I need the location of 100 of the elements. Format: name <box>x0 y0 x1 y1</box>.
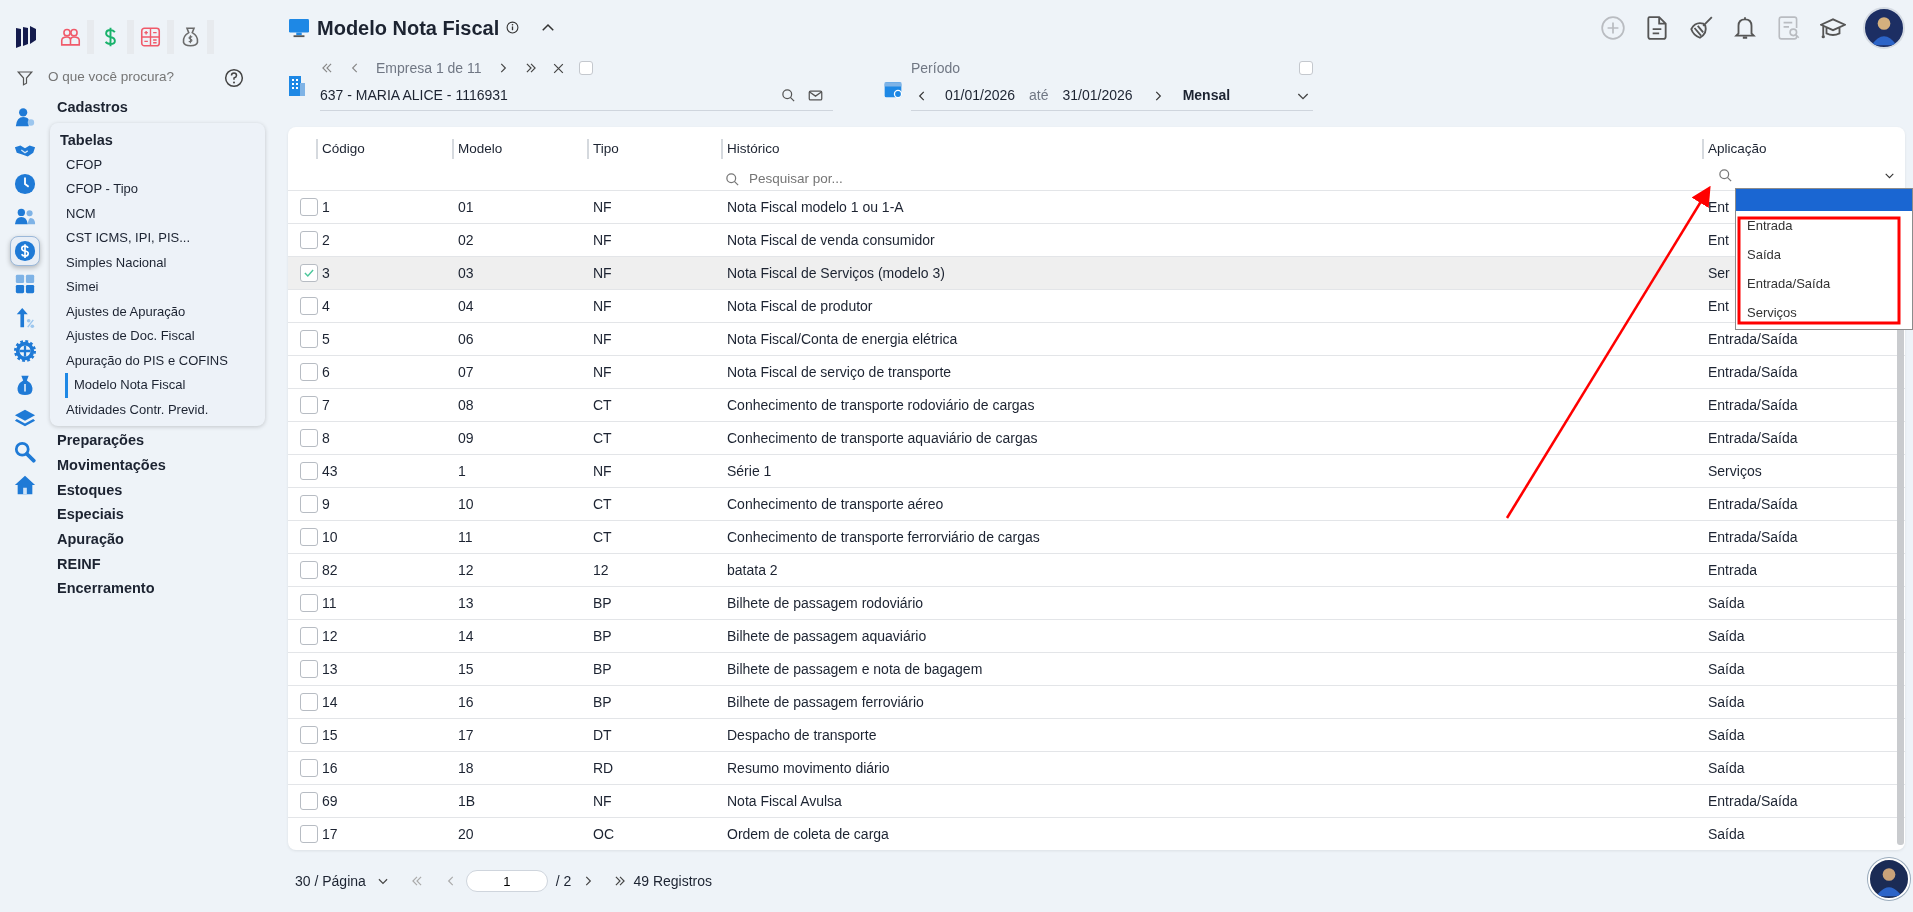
last-page-icon[interactable] <box>613 874 628 888</box>
table-cell-text: Conhecimento de transporte rodoviário de cargas <box>727 395 1035 415</box>
table-cell-text: 04 <box>458 296 474 316</box>
checkbox[interactable] <box>300 264 318 282</box>
column-header[interactable]: Código <box>316 139 458 159</box>
info-icon[interactable] <box>506 21 520 34</box>
menu-item[interactable]: Atividades Contr. Previd. <box>50 397 265 423</box>
dropdown-option[interactable]: Entrada <box>1736 211 1912 240</box>
checkbox[interactable] <box>300 495 318 513</box>
help-avatar[interactable] <box>1868 858 1910 900</box>
column-header[interactable]: Histórico <box>721 139 1708 159</box>
menu-item[interactable]: Ajustes de Doc. Fiscal <box>50 324 265 349</box>
column-header[interactable]: Aplicação <box>1702 139 1895 159</box>
checkbox[interactable] <box>578 61 593 75</box>
table-cell-text: 14 <box>458 626 474 646</box>
table-cell-text: Despacho de transporte <box>727 725 877 745</box>
menu-item[interactable]: Apuração do PIS e COFINS <box>50 348 265 374</box>
table-cell-text: Resumo movimento diário <box>727 758 890 778</box>
menu-item[interactable]: CFOP - Tipo <box>50 177 265 202</box>
checkbox[interactable] <box>300 363 318 381</box>
table-cell-text: 12 <box>593 560 609 580</box>
table-cell-text: CT <box>593 395 612 415</box>
table-cell-text: Serviços <box>1708 461 1762 481</box>
menu-item[interactable]: CFOP <box>50 152 265 178</box>
checkbox[interactable] <box>300 561 318 579</box>
close-icon[interactable] <box>551 61 565 75</box>
checkbox[interactable] <box>300 462 318 480</box>
checkbox[interactable] <box>300 198 318 216</box>
broom-icon[interactable] <box>1688 14 1714 41</box>
checkbox[interactable] <box>300 297 318 315</box>
table-cell-text: 7 <box>322 395 330 415</box>
dropdown-option[interactable]: Saída <box>1736 240 1912 269</box>
period-mode[interactable]: Mensal <box>1182 85 1295 106</box>
page-field[interactable]: 1 <box>465 870 548 892</box>
checkbox[interactable] <box>300 792 318 810</box>
menu-section[interactable]: Encerramento <box>50 576 265 601</box>
search-icon <box>781 88 796 103</box>
checkbox[interactable] <box>300 693 318 711</box>
page-size[interactable]: 30 / Página <box>295 870 366 892</box>
table-cell-text: Ser <box>1708 263 1730 283</box>
menu-section[interactable]: REINF <box>50 551 265 577</box>
checkbox[interactable] <box>300 759 318 777</box>
company-name: 637 - MARIA ALICE - 1116931 <box>320 86 509 105</box>
bell-icon[interactable] <box>1732 14 1758 41</box>
column-header[interactable]: Tipo <box>587 139 727 159</box>
checkbox[interactable] <box>300 660 318 678</box>
table-cell-text: Entrada <box>1708 560 1758 580</box>
menu-section[interactable]: Movimentações <box>50 452 265 478</box>
checkbox[interactable] <box>300 594 318 612</box>
menu-section[interactable]: Tabelas <box>50 126 265 153</box>
checkbox[interactable] <box>300 627 318 645</box>
table-cell-text: Entrada/Saída <box>1708 494 1798 514</box>
table-cell-text: BP <box>593 593 612 613</box>
date-separator: até <box>1029 86 1049 105</box>
avatar[interactable] <box>1863 6 1905 49</box>
table-cell-text: 06 <box>458 329 474 349</box>
menu-item[interactable]: Ajustes de Apuração <box>50 299 265 325</box>
table-cell-text: Nota Fiscal de Serviços (modelo 3) <box>727 263 945 283</box>
checkbox[interactable] <box>300 330 318 348</box>
menu-section[interactable]: Apuração <box>50 526 265 552</box>
table-cell-text: Nota Fiscal modelo 1 ou 1-A <box>727 197 904 217</box>
dollar-icon[interactable] <box>10 235 40 266</box>
table-cell-text: Conhecimento de transporte aquaviário de cargas <box>727 428 1038 448</box>
checkbox[interactable] <box>300 231 318 249</box>
table-cell-text: 13 <box>458 593 474 613</box>
checkbox[interactable] <box>300 528 318 546</box>
calendar-icon <box>883 79 903 99</box>
mail-icon[interactable] <box>808 88 823 103</box>
column-header[interactable]: Modelo <box>452 139 593 159</box>
menu-item[interactable]: NCM <box>50 201 265 227</box>
menu-section[interactable]: Especiais <box>50 502 265 527</box>
table-cell-text: Ent <box>1708 197 1729 217</box>
search-field[interactable]: O que você procura? <box>46 66 216 89</box>
menu-section[interactable]: Cadastros <box>50 95 265 120</box>
first-page-icon[interactable] <box>409 874 424 888</box>
table-cell-text: Saída <box>1708 626 1745 646</box>
menu-item[interactable]: Simples Nacional <box>50 250 265 276</box>
help-icon[interactable] <box>224 67 244 88</box>
table-cell-text: 1 <box>458 461 466 481</box>
table-cell-text: 01 <box>458 197 474 217</box>
document-icon[interactable] <box>1644 14 1670 41</box>
dropdown-option[interactable]: Entrada/Saída <box>1736 269 1912 298</box>
menu-section[interactable]: Estoques <box>50 477 265 503</box>
checkbox[interactable] <box>1299 61 1313 75</box>
checkbox[interactable] <box>300 825 318 843</box>
monitor-icon <box>288 17 310 38</box>
checkbox[interactable] <box>300 429 318 447</box>
menu-item[interactable]: Simei <box>50 275 265 300</box>
table-cell-text: 69 <box>322 791 338 811</box>
dropdown-option[interactable]: Serviços <box>1736 298 1912 327</box>
menu-item[interactable]: Modelo Nota Fiscal <box>65 373 265 398</box>
checkbox[interactable] <box>300 726 318 744</box>
menu-section[interactable]: Preparações <box>50 428 265 453</box>
table-cell-text: Série 1 <box>727 461 772 481</box>
checkbox[interactable] <box>300 396 318 414</box>
first-page-icon[interactable] <box>320 61 334 75</box>
filter-icon[interactable] <box>16 68 34 87</box>
menu-item[interactable]: CST ICMS, IPI, PIS... <box>50 226 265 251</box>
table-cell-text: Entrada/Saída <box>1708 428 1798 448</box>
page-total: / 2 <box>555 871 572 891</box>
